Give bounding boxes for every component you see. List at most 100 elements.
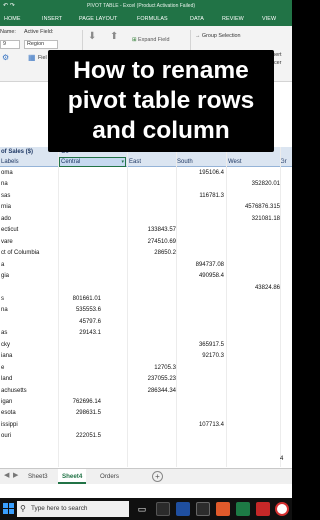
drill-down-icon[interactable]: ⬇ — [88, 31, 96, 42]
row-label[interactable]: ado — [1, 214, 11, 225]
row-label[interactable]: ct of Columbia — [1, 248, 39, 259]
table-row: esota 298631.5 — [0, 408, 292, 419]
cell-south[interactable]: 107713.4 — [177, 420, 224, 431]
row-label[interactable]: oma — [1, 168, 13, 179]
office-icon[interactable] — [216, 502, 230, 516]
cell-east[interactable]: 237055.23 — [129, 374, 176, 385]
field-settings-label[interactable]: Fiel — [38, 55, 47, 61]
tab-insert[interactable]: INSERT — [42, 12, 62, 26]
cell-east[interactable]: 133843.57 — [129, 225, 176, 236]
sheet-next-icon[interactable]: ▶ — [13, 471, 18, 479]
add-sheet-icon[interactable]: + — [152, 471, 163, 482]
excel-window: ↶ ↷ PIVOT TABLE - Excel (Product Activat… — [0, 0, 292, 520]
row-label[interactable]: s — [1, 294, 4, 305]
taskbar-search-input[interactable]: ⚲ Type here to search — [17, 501, 129, 517]
row-label[interactable]: a — [1, 260, 4, 271]
row-label[interactable]: igan — [1, 397, 12, 408]
cell-east[interactable]: 12705.3 — [129, 363, 176, 374]
tab-formulas[interactable]: FORMULAS — [137, 12, 168, 26]
row-label[interactable]: ecticut — [1, 225, 18, 236]
expand-field-label: Expand Field — [138, 37, 170, 43]
expand-field-button[interactable]: ⊞ Expand Field — [132, 37, 170, 43]
row-label[interactable]: achusetts — [1, 386, 27, 397]
sheet-tab-sheet4[interactable]: Sheet4 — [58, 469, 87, 484]
excel-taskbar-icon[interactable] — [236, 502, 250, 516]
cell-south[interactable]: 92170.3 — [177, 351, 224, 362]
group-selection-icon: → — [195, 33, 201, 39]
sheet-prev-icon[interactable]: ◀ — [4, 471, 9, 479]
cell-west[interactable]: 352820.01 — [228, 179, 280, 190]
row-label[interactable]: sas — [1, 191, 10, 202]
cell-central[interactable]: 298631.5 — [59, 408, 101, 419]
chrome-icon[interactable] — [275, 502, 289, 516]
cell-central[interactable]: 45797.6 — [59, 317, 101, 328]
cell-south[interactable]: 195106.4 — [177, 168, 224, 179]
row-label[interactable]: ouri — [1, 431, 11, 442]
pivot-header-row: Labels Central ▾ East South West Gr — [0, 157, 292, 167]
drill-up-icon[interactable]: ⬆ — [110, 31, 118, 42]
tab-page-layout[interactable]: PAGE LAYOUT — [79, 12, 117, 26]
mail-icon[interactable] — [196, 502, 210, 516]
options-icon[interactable]: ⚙ — [2, 53, 9, 62]
column-header-central[interactable]: Central ▾ — [59, 157, 126, 167]
cell-central[interactable]: 222051.5 — [59, 431, 101, 442]
app-icon[interactable] — [256, 502, 270, 516]
row-label[interactable]: as — [1, 328, 7, 339]
tab-view[interactable]: VIEW — [262, 12, 276, 26]
cell-east[interactable]: 28650.2 — [129, 248, 176, 259]
cell-west[interactable]: 43824.86 — [228, 283, 280, 294]
caption-line: How to rename — [73, 57, 249, 84]
windows-start-icon[interactable] — [3, 503, 14, 514]
row-labels-header[interactable]: Labels — [1, 157, 19, 167]
row-label[interactable]: land — [1, 374, 12, 385]
row-label[interactable]: cky — [1, 340, 10, 351]
cell-central[interactable]: 762696.14 — [59, 397, 101, 408]
cell-central[interactable]: 535553.6 — [59, 305, 101, 316]
column-header-east[interactable]: East — [129, 157, 141, 167]
row-label[interactable]: na — [1, 179, 8, 190]
app-icon[interactable] — [176, 502, 190, 516]
sheet-tab-sheet3[interactable]: Sheet3 — [24, 469, 52, 484]
caption-line: pivot table rows — [67, 87, 255, 114]
caption-line: and column — [92, 117, 230, 144]
group-selection-button[interactable]: → Group Selection — [195, 33, 241, 39]
column-header-grand-total[interactable]: Gr — [280, 157, 287, 167]
cell-central[interactable]: 801661.01 — [59, 294, 101, 305]
sheet-tab-orders[interactable]: Orders — [96, 469, 123, 484]
filter-dropdown-icon[interactable]: ▾ — [121, 158, 124, 166]
cell-east[interactable]: 286344.34 — [129, 386, 176, 397]
cell-east[interactable]: 274510.69 — [129, 237, 176, 248]
row-label[interactable]: vare — [1, 237, 13, 248]
row-label[interactable]: esota — [1, 408, 16, 419]
tab-home[interactable]: HOME — [4, 12, 21, 26]
cell-south[interactable]: 894737.08 — [177, 260, 224, 271]
row-label[interactable]: issippi — [1, 420, 18, 431]
cell-south[interactable]: 490958.4 — [177, 271, 224, 282]
quick-access-toolbar[interactable]: ↶ ↷ — [3, 0, 15, 12]
row-label[interactable]: e — [1, 363, 4, 374]
tab-review[interactable]: REVIEW — [222, 12, 244, 26]
row-label[interactable]: iana — [1, 351, 12, 362]
ribbon-tabs: HOME INSERT PAGE LAYOUT FORMULAS DATA RE… — [0, 12, 292, 26]
cell-south[interactable]: 116781.3 — [177, 191, 224, 202]
table-row: sas 116781.3 — [0, 191, 292, 202]
row-label[interactable]: gia — [1, 271, 9, 282]
task-view-icon[interactable]: ▭ — [135, 502, 149, 516]
table-row: na 352820.01 — [0, 179, 292, 190]
cell-south[interactable]: 365917.5 — [177, 340, 224, 351]
active-field-input[interactable]: Region — [24, 40, 58, 49]
cell-west[interactable]: 321081.18 — [228, 214, 280, 225]
row-label[interactable]: rnia — [1, 202, 11, 213]
expand-field-icon: ⊞ — [132, 37, 137, 43]
column-header-west[interactable]: West — [228, 157, 242, 167]
pivot-name-input[interactable]: 9 — [0, 40, 20, 49]
tab-data[interactable]: DATA — [190, 12, 204, 26]
field-settings-icon[interactable]: ▦ — [28, 53, 36, 62]
pivot-name-label: Name: — [0, 29, 16, 35]
cell-west[interactable]: 4576876.315 — [228, 202, 280, 213]
window-title: PIVOT TABLE - Excel (Product Activation … — [86, 3, 196, 9]
file-explorer-icon[interactable] — [156, 502, 170, 516]
column-header-south[interactable]: South — [177, 157, 193, 167]
cell-central[interactable]: 29143.1 — [59, 328, 101, 339]
row-label[interactable]: na — [1, 305, 8, 316]
